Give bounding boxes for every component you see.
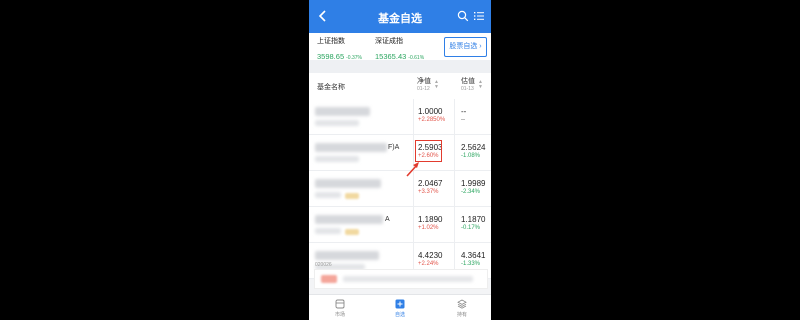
nav-change: +3.37% [418,189,439,195]
promo-banner[interactable] [314,269,488,289]
divider [454,135,455,170]
estimate-change: -- [461,117,465,123]
search-icon[interactable] [457,10,469,22]
estimate-change: -1.33% [461,261,481,267]
stock-watchlist-label: 股票自选 [449,43,478,50]
estimate-cell: 2.5624 -1.08% [461,143,485,160]
estimate-cell: 1.9989 -2.34% [461,179,485,196]
tab-watchlist[interactable]: 自选 [385,299,415,318]
table-row[interactable]: A 1.1890 +1.02% 1.1870 -0.17% [309,207,491,243]
nav-value: 2.0467 [418,179,443,188]
table-row[interactable]: 1.0000 +2.2850% -- -- [309,99,491,135]
estimate-value: -- [461,107,467,116]
fund-name-blurred [315,107,370,116]
estimate-value: 2.5624 [461,143,486,152]
nav-change: +2.24% [418,261,439,267]
table-row[interactable]: 2.0467 +3.37% 1.9989 -2.34% [309,171,491,207]
table-row[interactable]: F)A 2.5903 +2.60% 2.5624 -1.08% [309,135,491,171]
estimate-column-header[interactable]: 估值 01-13 ▲ ▼ [461,76,483,92]
nav-column-header[interactable]: 净值 01-12 ▲ ▼ [417,76,439,92]
nav-cell: 4.4230 +2.24% [418,251,442,268]
nav-column-date: 01-12 [417,86,430,92]
nav-cell: 1.1890 +1.02% [418,215,442,232]
index-name: 上证指数 [317,38,345,45]
tab-market[interactable]: 市场 [325,299,355,318]
fund-code-text: 020026 [315,262,332,268]
nav-change: +2.2850% [418,117,446,123]
fund-code-blurred [315,120,359,126]
fund-code-blurred [315,228,341,234]
fund-tag-blurred [345,229,359,235]
bottom-tab-bar: 市场 自选 持有 [309,294,491,320]
divider [413,99,414,134]
section-gap [309,60,491,73]
market-icon [335,299,345,309]
estimate-cell: 4.3641 -1.33% [461,251,485,268]
phone-screen: 基金自选 上证指数 3598.65 -0.37% 深证成指 15365.43 -0.… [309,0,491,320]
fund-code-blurred [315,156,359,162]
estimate-value: 1.1870 [461,215,486,224]
nav-column-label: 净值 [417,78,431,85]
estimate-value: 1.9989 [461,179,486,188]
promo-chip-blurred [321,275,337,283]
holdings-icon [457,299,467,309]
fund-name-blurred [315,215,383,224]
nav-change: +1.02% [418,225,439,231]
nav-value: 4.4230 [418,251,443,260]
estimate-value: 4.3641 [461,251,486,260]
stock-watchlist-button[interactable]: 股票自选 › [444,37,487,57]
divider [454,99,455,134]
divider [454,171,455,206]
estimate-change: -1.08% [461,153,481,159]
tab-holdings[interactable]: 持有 [447,299,477,318]
tab-label: 持有 [456,312,467,318]
index-bar: 上证指数 3598.65 -0.37% 深证成指 15365.43 -0.61% 股… [309,33,491,61]
estimate-column-date: 01-13 [461,86,474,92]
fund-name-suffix: F)A [388,144,400,151]
tab-label: 自选 [394,312,405,318]
list-menu-icon[interactable] [473,10,485,22]
nav-bar: 基金自选 [309,0,491,33]
fund-code-blurred [315,192,341,198]
fund-name-header: 基金名称 [317,84,345,91]
promo-text-blurred [343,276,473,282]
estimate-change: -2.34% [461,189,481,195]
index-name: 深证成指 [375,38,403,45]
tab-label: 市场 [334,312,345,318]
estimate-cell: -- -- [461,107,466,124]
highlight-box [415,140,442,162]
table-header: 基金名称 净值 01-12 ▲ ▼ 估值 01-13 ▲ ▼ [309,73,491,100]
nav-cell: 1.0000 +2.2850% [418,107,445,124]
nav-cell: 2.0467 +3.37% [418,179,442,196]
fund-name-blurred [315,251,379,260]
divider [413,207,414,242]
fund-tag-blurred [345,193,359,199]
estimate-change: -0.17% [461,225,481,231]
nav-value: 1.0000 [418,107,443,116]
sort-arrows-icon: ▲ ▼ [434,79,439,90]
watchlist-icon [395,299,405,309]
nav-value: 1.1890 [418,215,443,224]
sort-arrows-icon: ▲ ▼ [478,79,483,90]
fund-name-suffix: A [385,216,390,223]
annotation-arrow-icon [406,162,419,177]
divider [454,207,455,242]
fund-name-blurred [315,179,381,188]
estimate-cell: 1.1870 -0.17% [461,215,485,232]
fund-name-blurred [315,143,387,152]
estimate-column-label: 估值 [461,78,475,85]
